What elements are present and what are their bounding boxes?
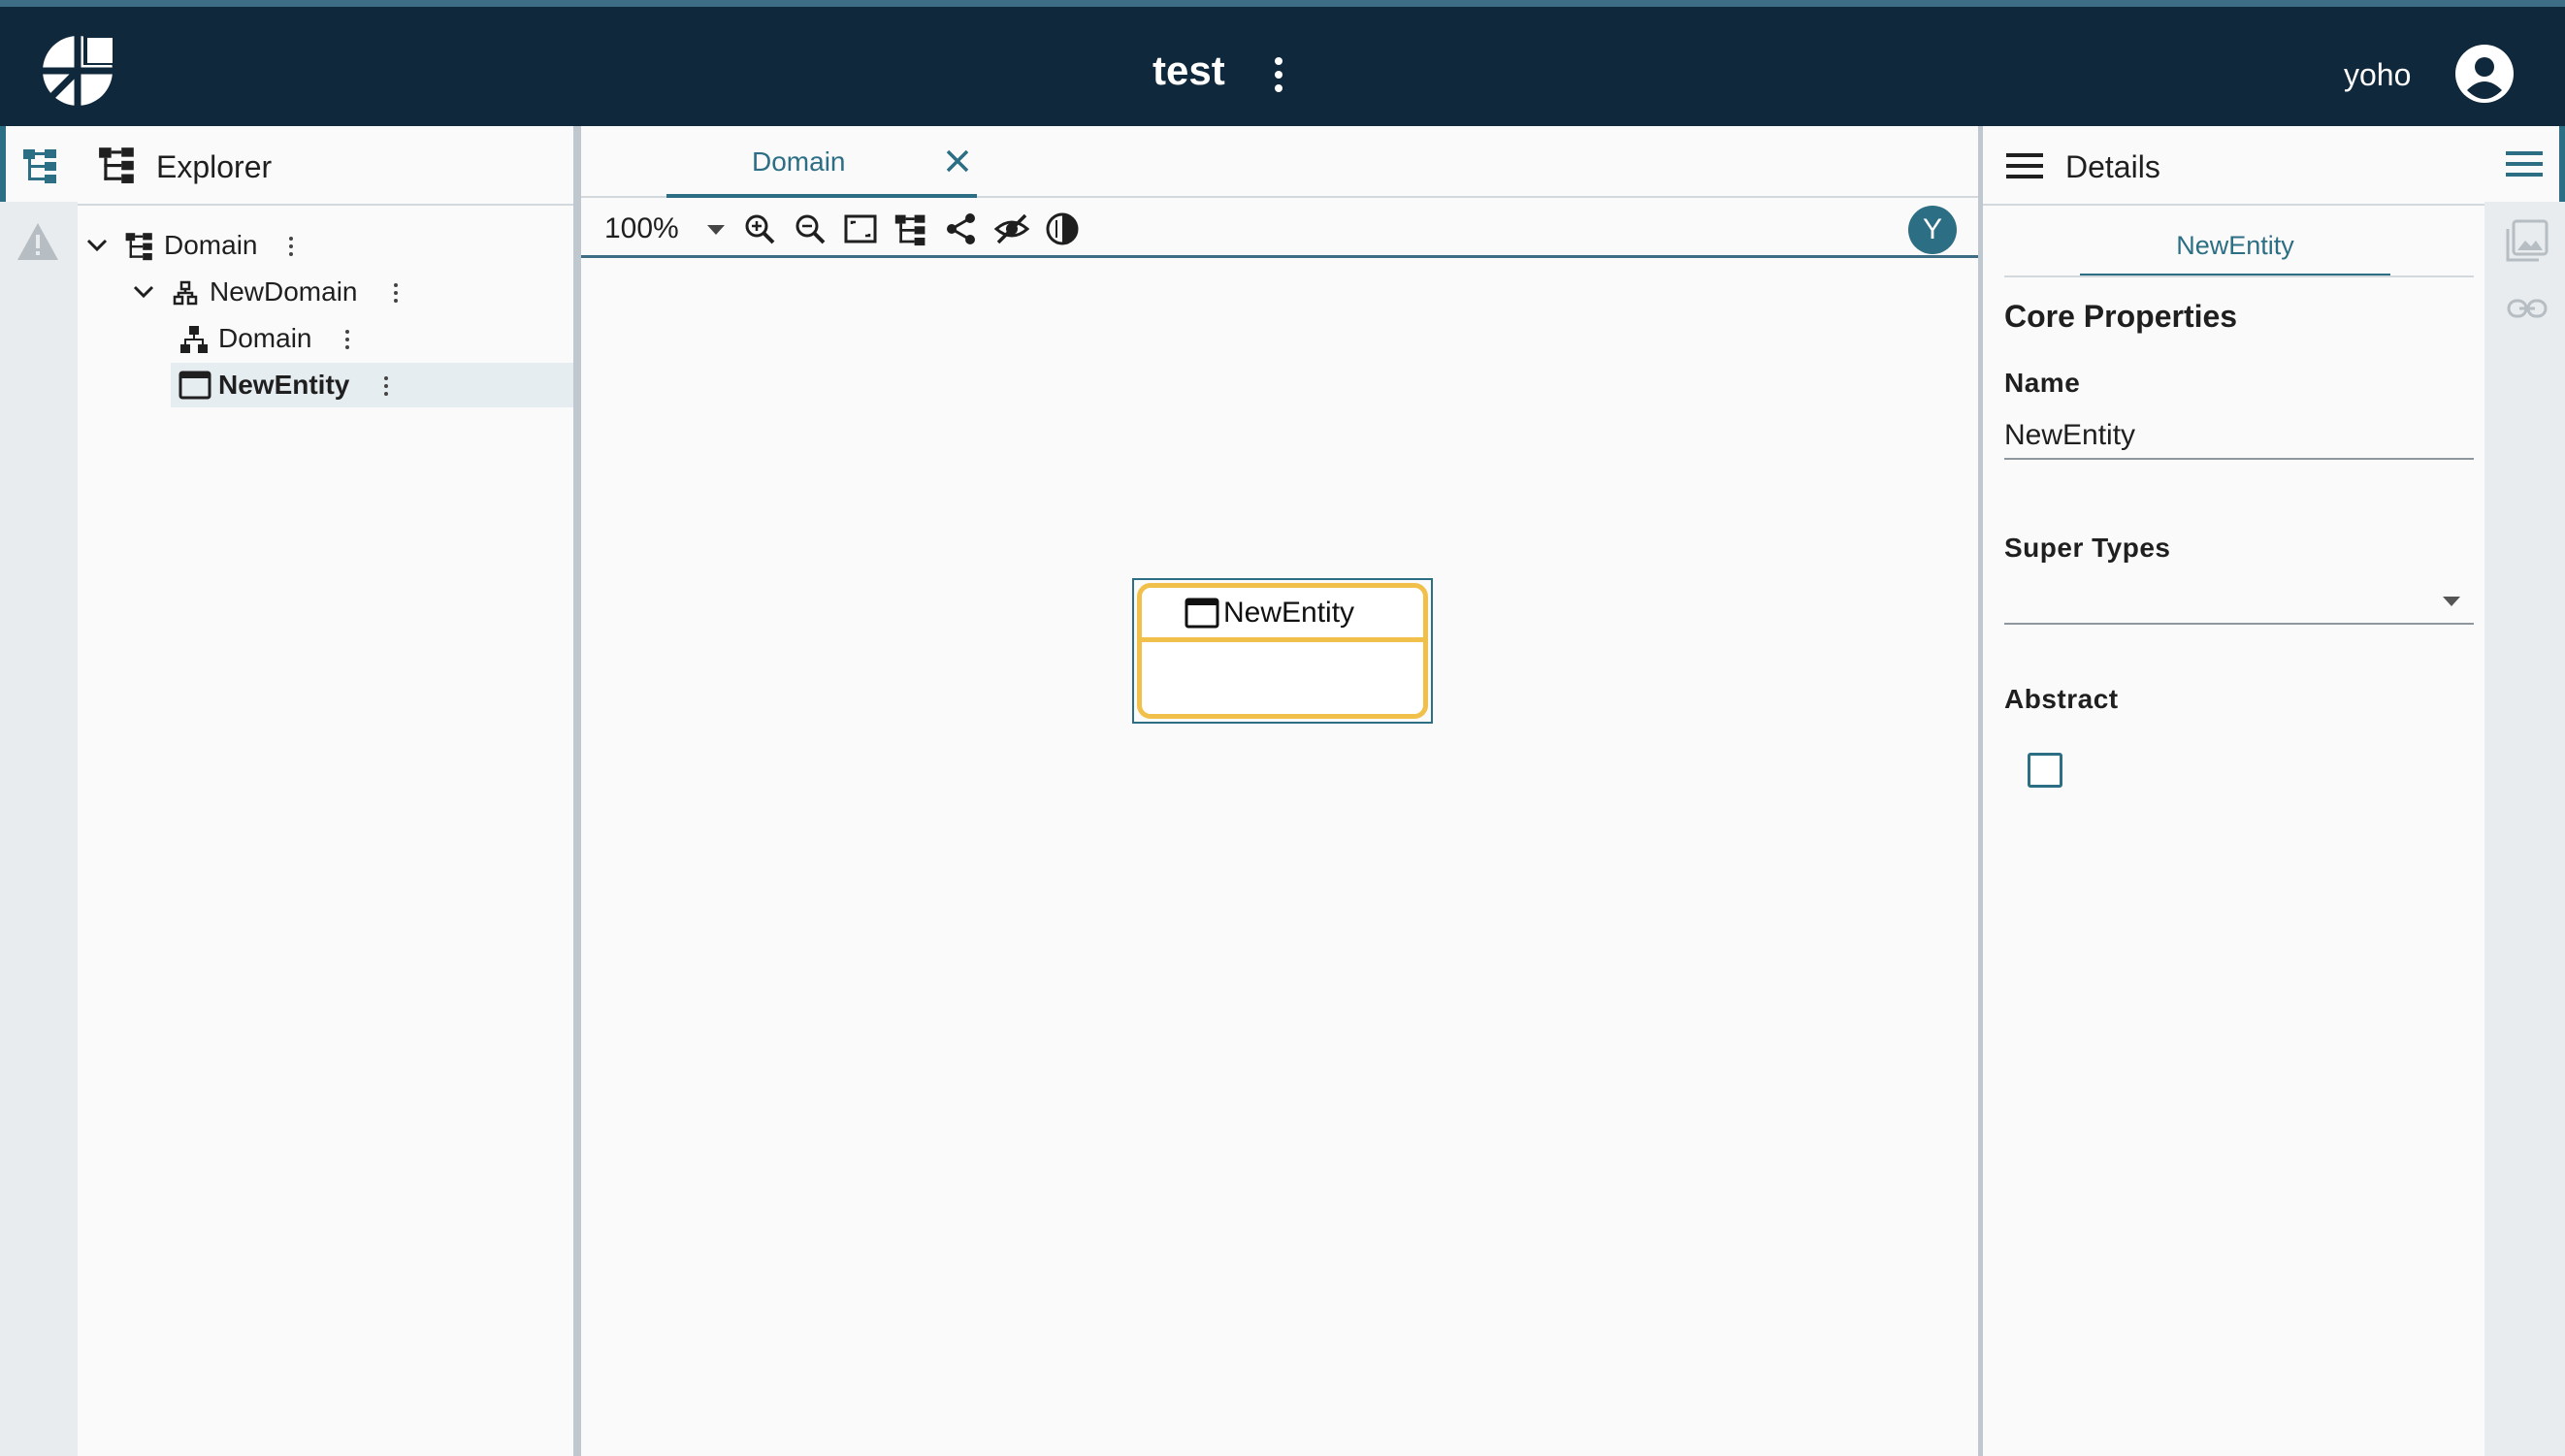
tree-item-label: NewEntity [218, 370, 350, 400]
tree-hierarchy-icon [23, 149, 56, 183]
diagram-editor: Domain 100% Y NewEntity [578, 126, 1981, 1456]
tab-newentity[interactable]: NewEntity [2080, 219, 2390, 277]
right-activity-bar [2484, 126, 2565, 1456]
entity-window-icon [179, 371, 211, 400]
entity-node-body: NewEntity [1137, 583, 1428, 719]
tree-item-domain-diagram[interactable]: Domain [78, 316, 573, 361]
more-vert-icon[interactable] [343, 328, 351, 351]
details-title: Details [2065, 149, 2160, 184]
entity-node[interactable]: NewEntity [1132, 578, 1433, 724]
contrast-icon[interactable] [1045, 211, 1080, 246]
tab-label: NewEntity [2176, 231, 2294, 260]
app-header: test yoho [0, 0, 2565, 126]
more-vert-icon[interactable] [1267, 53, 1290, 96]
section-heading: Core Properties [2004, 299, 2238, 334]
zoom-out-icon[interactable] [793, 211, 828, 246]
layout-icon[interactable] [893, 211, 928, 246]
more-vert-icon[interactable] [287, 235, 295, 258]
name-label: Name [2004, 368, 2081, 398]
tree-item-label: Domain [164, 230, 258, 260]
tree-hierarchy-icon [125, 233, 152, 261]
user-name[interactable]: yoho [2344, 53, 2411, 96]
link-icon[interactable] [2506, 297, 2549, 320]
rail-explorer-button[interactable] [0, 126, 78, 202]
divider [2004, 275, 2474, 277]
account-circle-icon[interactable] [2454, 44, 2515, 104]
menu-lines-icon [2506, 151, 2543, 177]
entity-node-label: NewEntity [1223, 597, 1355, 629]
abstract-label: Abstract [2004, 684, 2119, 714]
editor-tab-bar: Domain [581, 126, 1981, 198]
zoom-in-icon[interactable] [742, 211, 777, 246]
tree-hierarchy-icon [97, 144, 138, 184]
caret-down-icon[interactable] [705, 223, 727, 237]
details-header: Details [1983, 126, 2484, 206]
tree-item-newdomain[interactable]: NewDomain [78, 270, 573, 314]
sitemap-icon [173, 280, 198, 306]
logo-icon[interactable] [41, 34, 114, 108]
app-title: test [1153, 48, 1225, 93]
image-icon[interactable] [2506, 219, 2549, 262]
super-types-label: Super Types [2004, 533, 2171, 563]
explorer-panel: Explorer Domain NewDomain Domain NewEnti… [78, 126, 578, 1456]
zoom-level[interactable]: 100% [604, 211, 679, 246]
rail-details-button[interactable] [2484, 126, 2565, 202]
chevron-down-icon[interactable] [85, 237, 109, 254]
diagram-canvas[interactable]: NewEntity [581, 262, 1978, 1456]
explorer-title: Explorer [156, 149, 273, 184]
caret-down-icon [2443, 597, 2460, 606]
tree-item-newentity[interactable]: NewEntity [171, 363, 573, 407]
more-vert-icon[interactable] [392, 281, 400, 305]
diagram-toolbar: 100% Y [581, 200, 1978, 258]
name-field[interactable] [2004, 413, 2474, 460]
tab-label: Domain [752, 146, 846, 177]
share-icon[interactable] [944, 211, 979, 246]
fit-content-icon[interactable] [843, 211, 878, 246]
entity-node-header: NewEntity [1142, 588, 1423, 642]
tree-item-domain-root[interactable]: Domain [78, 223, 573, 268]
explorer-header: Explorer [78, 126, 573, 206]
left-activity-bar [0, 126, 78, 1456]
tree-item-label: NewDomain [210, 276, 358, 307]
tree-item-label: Domain [218, 323, 312, 353]
warning-triangle-icon[interactable] [16, 221, 60, 262]
chevron-down-icon[interactable] [132, 283, 155, 301]
close-icon[interactable] [944, 147, 971, 175]
entity-window-icon [1185, 598, 1219, 629]
more-vert-icon[interactable] [382, 374, 390, 398]
yfiles-badge[interactable]: Y [1908, 206, 1957, 254]
details-panel: Details NewEntity Core Properties Name S… [1978, 126, 2484, 1456]
super-types-select[interactable] [2004, 576, 2474, 625]
abstract-checkbox[interactable] [2028, 753, 2062, 788]
menu-lines-icon [2006, 153, 2043, 178]
hide-icon[interactable] [994, 211, 1029, 246]
tab-domain[interactable]: Domain [666, 126, 977, 198]
sitemap-icon [180, 326, 208, 353]
